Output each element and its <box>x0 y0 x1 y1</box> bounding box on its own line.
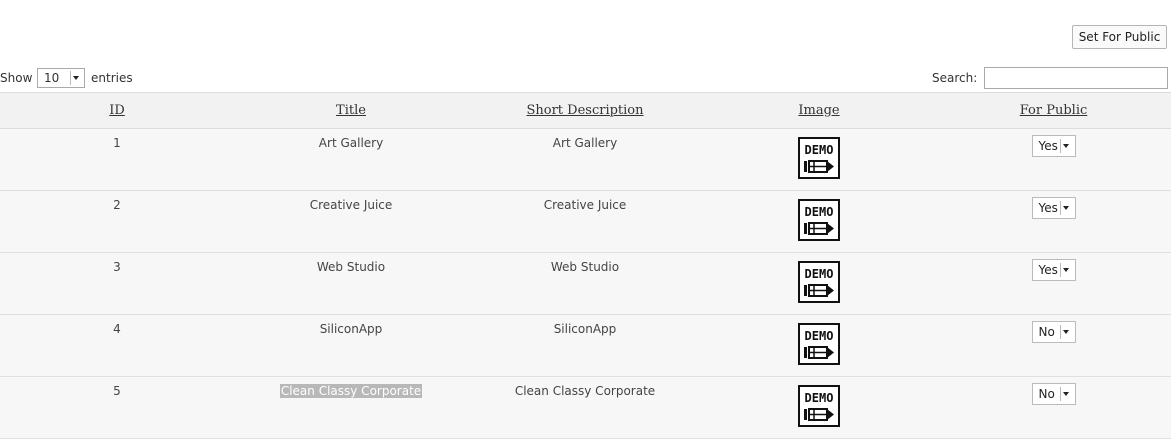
cell-for-public: No <box>936 314 1171 377</box>
table-row: 5 Clean Classy Corporate Clean Classy Corp… <box>0 376 1171 439</box>
search-input[interactable] <box>984 67 1168 89</box>
demo-image-label: DEMO <box>805 267 834 281</box>
cell-id: 5 <box>0 376 234 439</box>
cell-for-public: Yes <box>936 190 1171 253</box>
row-id: 4 <box>113 322 121 336</box>
chevron-down-icon <box>1059 263 1072 277</box>
page-length-value: 10 <box>44 71 60 85</box>
row-id: 1 <box>113 136 121 150</box>
demo-image-icon: DEMO <box>798 137 840 179</box>
cell-image: DEMO <box>702 314 936 377</box>
table-body: 1 Art Gallery Art Gallery DEMO Yes 2 Creative … <box>0 128 1171 439</box>
cell-image: DEMO <box>702 128 936 191</box>
column-header-title[interactable]: Title <box>234 92 468 129</box>
for-public-value: Yes <box>1038 201 1058 215</box>
row-id: 3 <box>113 260 121 274</box>
row-title: Web Studio <box>316 260 386 274</box>
row-title: Creative Juice <box>309 198 393 212</box>
demo-image-label: DEMO <box>805 329 834 343</box>
row-title: Art Gallery <box>318 136 384 150</box>
for-public-value: Yes <box>1038 263 1058 277</box>
demo-image-label: DEMO <box>805 205 834 219</box>
page-length-select[interactable]: 10 <box>37 68 85 88</box>
cell-id: 2 <box>0 190 234 253</box>
demo-image-label: DEMO <box>805 391 834 405</box>
cell-title: Art Gallery <box>234 128 468 191</box>
column-header-short-description[interactable]: Short Description <box>468 92 702 129</box>
demo-image-label: DEMO <box>805 143 834 157</box>
chevron-down-icon <box>70 71 82 85</box>
for-public-value: No <box>1038 325 1055 339</box>
cell-title: Clean Classy Corporate <box>234 376 468 439</box>
cell-for-public: Yes <box>936 128 1171 191</box>
chevron-down-icon <box>1059 325 1072 339</box>
for-public-select[interactable]: Yes <box>1031 135 1076 157</box>
row-id: 5 <box>113 384 121 398</box>
data-table: ID Title Short Description Image For Pub… <box>0 92 1171 439</box>
table-row: 3 Web Studio Web Studio DEMO Yes <box>0 252 1171 315</box>
demo-image-icon: DEMO <box>798 199 840 241</box>
column-header-for-public[interactable]: For Public <box>936 92 1171 129</box>
for-public-select[interactable]: No <box>1031 383 1076 405</box>
row-short-description: Creative Juice <box>543 198 627 212</box>
set-for-public-button[interactable]: Set For Public <box>1072 25 1167 49</box>
cell-for-public: Yes <box>936 252 1171 315</box>
demo-image-icon: DEMO <box>798 385 840 427</box>
cell-title: Web Studio <box>234 252 468 315</box>
cell-image: DEMO <box>702 190 936 253</box>
demo-image-icon: DEMO <box>798 261 840 303</box>
row-title: Clean Classy Corporate <box>279 384 423 398</box>
table-controls: Show 10 entries Search: <box>0 67 1170 91</box>
cell-short-description: SiliconApp <box>468 314 702 377</box>
chevron-down-icon <box>1059 201 1072 215</box>
cell-short-description: Creative Juice <box>468 190 702 253</box>
search-label: Search: <box>932 71 978 85</box>
row-short-description: Web Studio <box>550 260 620 274</box>
table-row: 1 Art Gallery Art Gallery DEMO Yes <box>0 128 1171 191</box>
column-header-id[interactable]: ID <box>0 92 234 129</box>
table-header-row: ID Title Short Description Image For Pub… <box>0 92 1171 129</box>
cell-title: SiliconApp <box>234 314 468 377</box>
cell-id: 1 <box>0 128 234 191</box>
for-public-select[interactable]: Yes <box>1031 259 1076 281</box>
cell-image: DEMO <box>702 252 936 315</box>
table-row: 4 SiliconApp SiliconApp DEMO No <box>0 314 1171 377</box>
cell-short-description: Clean Classy Corporate <box>468 376 702 439</box>
cell-title: Creative Juice <box>234 190 468 253</box>
row-id: 2 <box>113 198 121 212</box>
row-short-description: Clean Classy Corporate <box>514 384 656 398</box>
chevron-down-icon <box>1059 387 1072 401</box>
chevron-down-icon <box>1059 139 1072 153</box>
row-short-description: Art Gallery <box>552 136 618 150</box>
cell-image: DEMO <box>702 376 936 439</box>
for-public-value: Yes <box>1038 139 1058 153</box>
table-row: 2 Creative Juice Creative Juice DEMO Yes <box>0 190 1171 253</box>
for-public-select[interactable]: Yes <box>1031 197 1076 219</box>
entries-label: entries <box>91 71 133 85</box>
cell-short-description: Web Studio <box>468 252 702 315</box>
for-public-value: No <box>1038 387 1055 401</box>
column-header-image[interactable]: Image <box>702 92 936 129</box>
cell-id: 3 <box>0 252 234 315</box>
show-label: Show <box>0 71 33 85</box>
row-title: SiliconApp <box>319 322 383 336</box>
for-public-select[interactable]: No <box>1031 321 1076 343</box>
row-short-description: SiliconApp <box>553 322 617 336</box>
cell-for-public: No <box>936 376 1171 439</box>
cell-short-description: Art Gallery <box>468 128 702 191</box>
cell-id: 4 <box>0 314 234 377</box>
demo-image-icon: DEMO <box>798 323 840 365</box>
